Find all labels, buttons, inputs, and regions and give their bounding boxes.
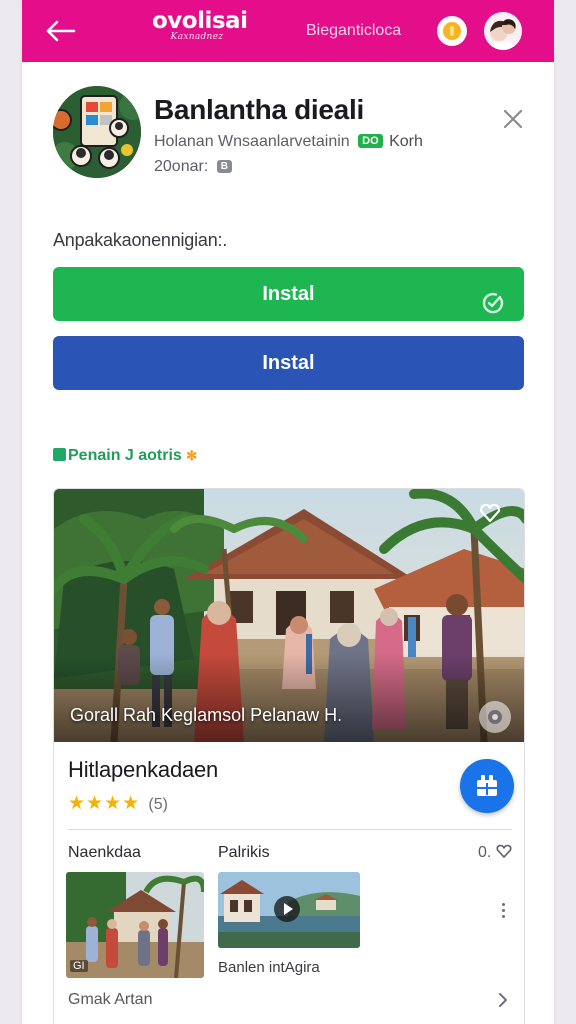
kebab-icon[interactable] <box>498 903 508 923</box>
like-count-value: 0. <box>478 844 492 861</box>
thumbnail-caption: Banlen intAgira <box>218 959 320 976</box>
developer-line: Holanan Wnsaanlarvetainin DO Korh <box>154 133 423 151</box>
section-label: Penain J aotris ✻ <box>53 447 197 465</box>
share-icon[interactable] <box>460 759 514 813</box>
top-app-bar: ovolisai Kaxnadnez Bieganticloca <box>22 0 554 62</box>
meta-line: 20onar: B <box>154 158 232 176</box>
developer-name[interactable]: Holanan Wnsaanlarvetainin <box>154 133 350 150</box>
rating-count: (5) <box>148 796 168 813</box>
profile-avatar[interactable] <box>484 12 522 50</box>
hero-image[interactable]: Gorall Rah Keglamsol Pelanaw H. <box>54 489 524 742</box>
app-title: Banlantha dieali <box>154 94 364 125</box>
back-arrow-icon[interactable] <box>42 16 78 46</box>
app-logo[interactable]: ovolisai Kaxnadnez <box>152 8 248 42</box>
play-icon[interactable] <box>274 896 300 922</box>
check-circle-icon <box>481 282 505 314</box>
chevron-right-icon[interactable] <box>496 991 510 1009</box>
brand-square-icon <box>53 448 66 461</box>
install-prompt: Anpakakaonennigian:. <box>53 230 228 250</box>
more-icon[interactable] <box>479 701 511 733</box>
column-heading-right: Palrikis <box>218 844 270 861</box>
thumbnail-tag: GI <box>70 960 88 972</box>
age-rating-badge: B <box>216 160 232 173</box>
stars-icon: ★★★★ <box>68 793 141 814</box>
hero-caption: Gorall Rah Keglamsol Pelanaw H. <box>70 705 343 725</box>
divider <box>68 829 512 830</box>
coin-icon[interactable] <box>437 16 467 46</box>
install-button-secondary[interactable]: Instal <box>53 336 524 390</box>
star-rating: ★★★★ (5) <box>68 792 168 815</box>
install-button-secondary-label: Instal <box>262 352 315 374</box>
logo-wordmark: ovolisai <box>152 8 248 34</box>
app-icon <box>53 86 141 178</box>
section-label-text: Penain J aotris <box>68 447 182 464</box>
thumbnail-video[interactable] <box>218 872 360 948</box>
sparkle-icon: ✻ <box>186 448 198 463</box>
meta-text: 20onar: <box>154 158 209 175</box>
featured-card[interactable]: Gorall Rah Keglamsol Pelanaw H. Hitlapen… <box>53 488 525 1024</box>
column-heading-left: Naenkdaa <box>68 844 141 861</box>
heart-icon <box>496 844 512 861</box>
card-title[interactable]: Hitlapenkadaen <box>68 757 218 783</box>
like-count[interactable]: 0. <box>478 844 512 862</box>
favorite-icon[interactable] <box>478 501 502 525</box>
tag-badge: DO <box>358 134 383 148</box>
tag-text: Korh <box>389 133 423 150</box>
install-button-primary[interactable]: Instal <box>53 267 524 321</box>
topbar-link[interactable]: Bieganticloca <box>306 22 401 40</box>
footer-link[interactable]: Gmak Artan <box>68 991 152 1009</box>
close-icon[interactable] <box>500 106 526 132</box>
thumbnail-left[interactable]: GI <box>66 872 204 978</box>
app-detail-page: ovolisai Kaxnadnez Bieganticloca Banlant… <box>22 0 554 1024</box>
install-button-primary-label: Instal <box>262 283 315 305</box>
